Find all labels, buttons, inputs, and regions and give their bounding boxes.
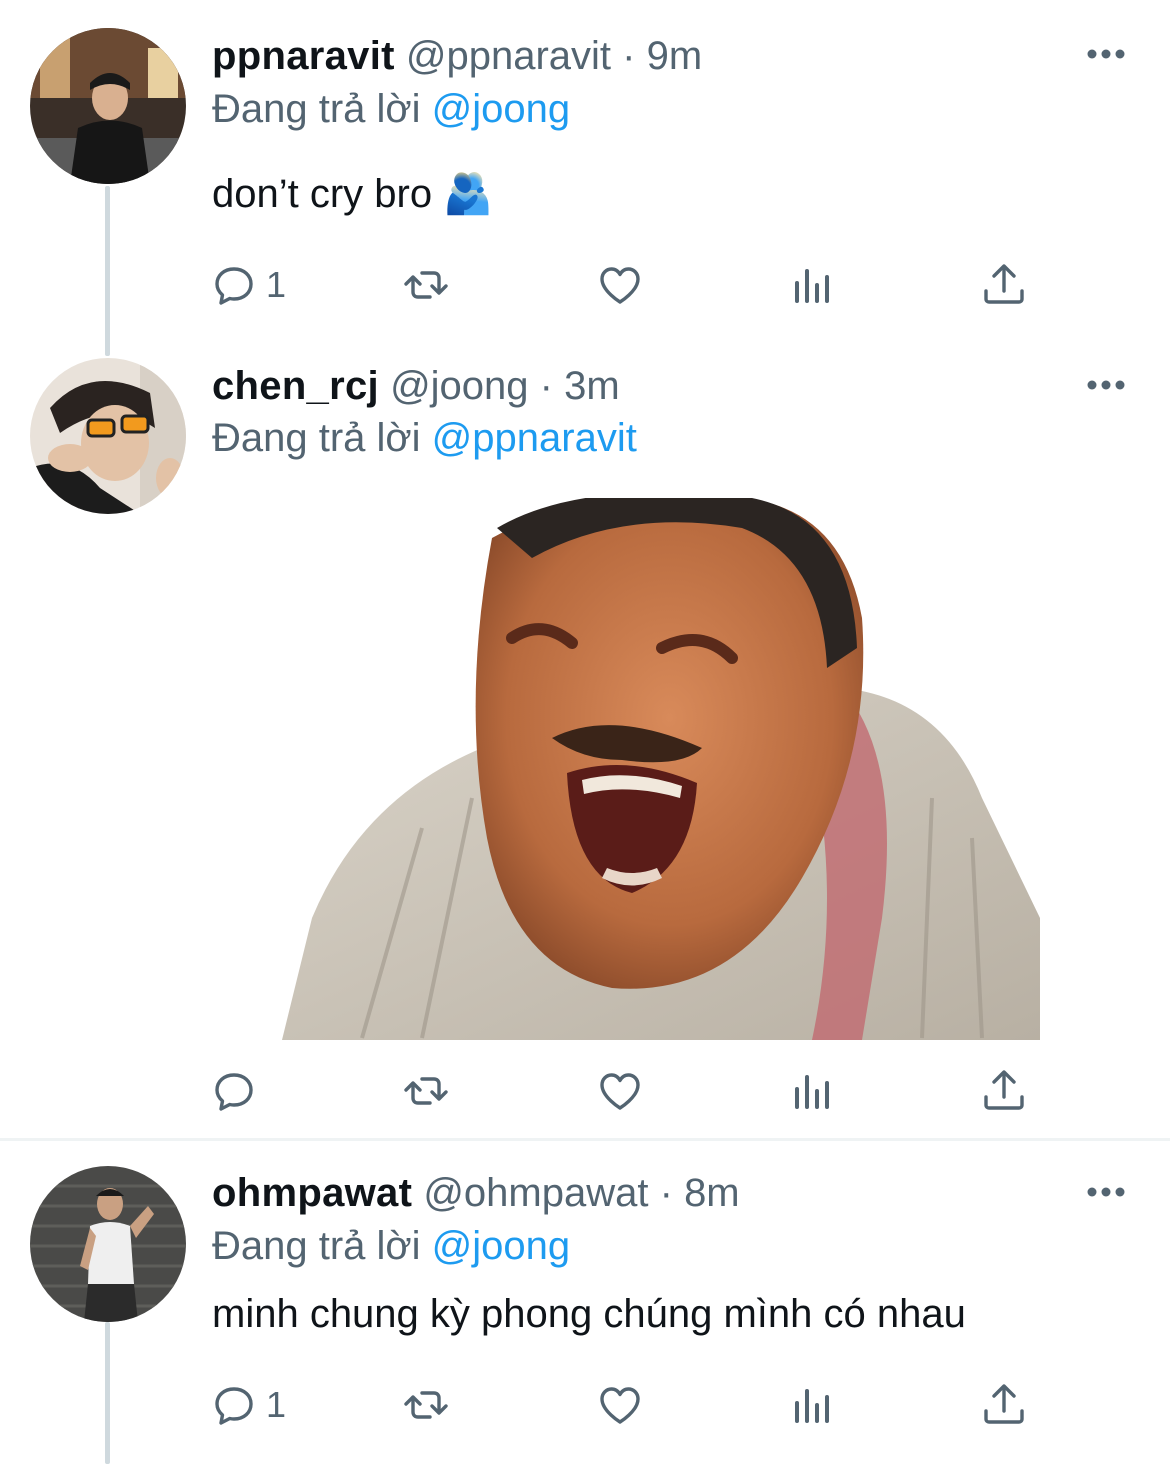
- like-icon: [600, 1073, 640, 1110]
- like-button[interactable]: [596, 1066, 644, 1116]
- reply-icon: [215, 1387, 253, 1425]
- timestamp[interactable]: 8m: [684, 1171, 740, 1215]
- reply-icon: [215, 267, 253, 305]
- retweet-button[interactable]: [402, 260, 450, 310]
- display-name[interactable]: ppnaravit: [212, 34, 395, 78]
- replying-to-label: Đang trả lời: [212, 1224, 421, 1268]
- thread-line: [105, 186, 110, 356]
- timestamp[interactable]: 3m: [564, 364, 620, 408]
- display-name[interactable]: chen_rcj: [212, 364, 379, 408]
- tweet-divider: [0, 1138, 1170, 1141]
- retweet-icon: [404, 1077, 448, 1105]
- reply-button[interactable]: [210, 1066, 266, 1116]
- reply-count: 1: [266, 1384, 287, 1425]
- share-button[interactable]: [980, 1066, 1028, 1116]
- share-button[interactable]: [980, 1380, 1028, 1430]
- avatar[interactable]: [30, 358, 186, 514]
- separator: ·: [539, 364, 553, 408]
- avatar[interactable]: [30, 28, 186, 184]
- separator: ·: [622, 34, 636, 78]
- replying-to-label: Đang trả lời: [212, 87, 421, 131]
- like-icon: [600, 267, 640, 304]
- like-button[interactable]: [596, 260, 644, 310]
- retweet-button[interactable]: [402, 1066, 450, 1116]
- reply-button[interactable]: 1: [210, 260, 286, 310]
- timestamp[interactable]: 9m: [647, 34, 703, 78]
- reply-icon: [215, 1073, 253, 1111]
- share-button[interactable]: [980, 260, 1028, 310]
- user-handle[interactable]: @ohmpawat: [423, 1171, 648, 1215]
- more-icon[interactable]: [1086, 1182, 1126, 1202]
- separator: ·: [659, 1171, 673, 1215]
- analytics-button[interactable]: [788, 1380, 836, 1430]
- like-button[interactable]: [596, 1380, 644, 1430]
- tweet-actions: [210, 1066, 1030, 1116]
- tweet-text: minh chung kỳ phong chúng mình có nhau: [212, 1292, 966, 1336]
- share-icon: [984, 1384, 1024, 1424]
- analytics-button[interactable]: [788, 260, 836, 310]
- like-icon: [600, 1387, 640, 1424]
- retweet-icon: [404, 1391, 448, 1419]
- tweet-actions: 1: [210, 1380, 1030, 1430]
- retweet-icon: [404, 271, 448, 299]
- user-handle[interactable]: @ppnaravit: [406, 34, 611, 78]
- analytics-button[interactable]: [788, 1066, 836, 1116]
- analytics-icon: [795, 1075, 829, 1109]
- analytics-icon: [795, 269, 829, 303]
- thread-line: [105, 1322, 110, 1464]
- mention-link[interactable]: @joong: [432, 1224, 570, 1268]
- share-icon: [984, 1070, 1024, 1110]
- display-name[interactable]: ohmpawat: [212, 1171, 412, 1215]
- retweet-button[interactable]: [402, 1380, 450, 1430]
- user-handle[interactable]: @joong: [390, 364, 528, 408]
- mention-link[interactable]: @joong: [432, 87, 570, 131]
- more-icon[interactable]: [1086, 375, 1126, 395]
- reply-button[interactable]: 1: [210, 1380, 286, 1430]
- analytics-icon: [795, 1389, 829, 1423]
- tweet-actions: 1: [210, 260, 1030, 310]
- replying-to-label: Đang trả lời: [212, 416, 421, 460]
- avatar[interactable]: [30, 1166, 186, 1322]
- share-icon: [984, 264, 1024, 304]
- reply-count: 1: [266, 264, 287, 305]
- more-icon[interactable]: [1086, 44, 1126, 64]
- mention-link[interactable]: @ppnaravit: [432, 416, 637, 460]
- tweet-media-image[interactable]: [282, 492, 1040, 1040]
- tweet-text: don’t cry bro 🫂: [212, 172, 494, 216]
